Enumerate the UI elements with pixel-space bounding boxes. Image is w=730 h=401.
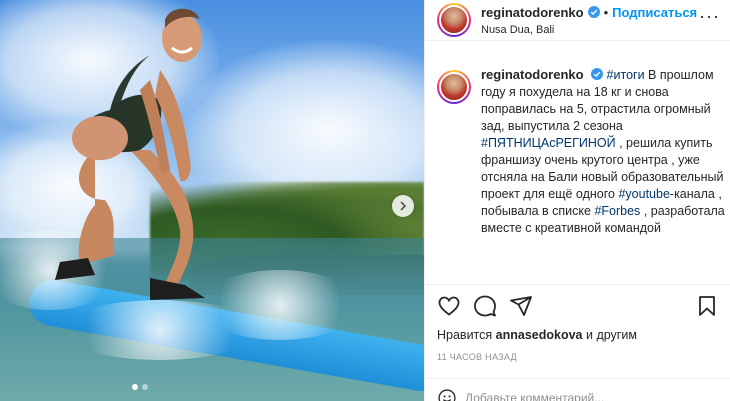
likes-prefix: Нравится — [437, 328, 493, 342]
post-header: reginatodorenko • Подписаться Nusa Dua, … — [425, 0, 730, 40]
action-bar — [437, 292, 719, 320]
comment-icon — [474, 295, 496, 317]
follow-button[interactable]: Подписаться — [612, 5, 697, 20]
post-timestamp[interactable]: 11 часов назад — [437, 352, 517, 362]
post-photo[interactable] — [0, 0, 424, 401]
hashtag-link[interactable]: #итоги — [607, 68, 645, 82]
bookmark-icon — [699, 296, 715, 316]
comment-composer: Добавьте комментарий... — [437, 388, 604, 401]
chevron-right-icon — [400, 201, 407, 211]
surfer-figure — [55, 8, 205, 300]
avatar[interactable] — [437, 3, 471, 37]
actions-divider — [425, 284, 730, 285]
likes-line: Нравится annasedokova и другим — [437, 328, 637, 342]
comment-divider — [425, 378, 730, 379]
hashtag-link[interactable]: #ПЯТНИЦАсРЕГИНОЙ — [481, 136, 616, 150]
caption-username[interactable]: reginatodorenko — [481, 67, 584, 82]
caption-block: reginatodorenko #итоги В прошлом году я … — [425, 66, 730, 281]
more-options-button[interactable]: ··· — [699, 6, 720, 27]
header-divider — [425, 40, 730, 41]
share-button[interactable] — [509, 294, 533, 318]
smiley-icon[interactable] — [437, 388, 457, 401]
separator: • — [603, 4, 609, 20]
liker-username[interactable]: annasedokova — [496, 328, 583, 342]
verified-badge-icon — [587, 6, 600, 18]
heart-icon — [438, 296, 460, 316]
hashtag-link[interactable]: #youtube — [618, 187, 669, 201]
next-slide-button[interactable] — [392, 195, 414, 217]
avatar[interactable] — [437, 70, 471, 104]
comment-button[interactable] — [473, 294, 497, 318]
carousel-dot — [142, 384, 148, 390]
author-username[interactable]: reginatodorenko — [481, 5, 584, 20]
verified-badge-icon — [591, 68, 604, 80]
comment-input[interactable]: Добавьте комментарий... — [465, 391, 604, 401]
caption-text: reginatodorenko #итоги В прошлом году я … — [481, 66, 730, 281]
post-side-panel: reginatodorenko • Подписаться Nusa Dua, … — [424, 0, 730, 401]
likes-suffix[interactable]: и другим — [586, 328, 637, 342]
like-button[interactable] — [437, 294, 461, 318]
carousel-dot — [132, 384, 138, 390]
carousel-indicator — [132, 384, 148, 390]
hashtag-link[interactable]: #Forbes — [594, 204, 640, 218]
paper-plane-icon — [510, 296, 532, 316]
location-link[interactable]: Nusa Dua, Bali — [481, 24, 697, 36]
save-button[interactable] — [695, 294, 719, 318]
